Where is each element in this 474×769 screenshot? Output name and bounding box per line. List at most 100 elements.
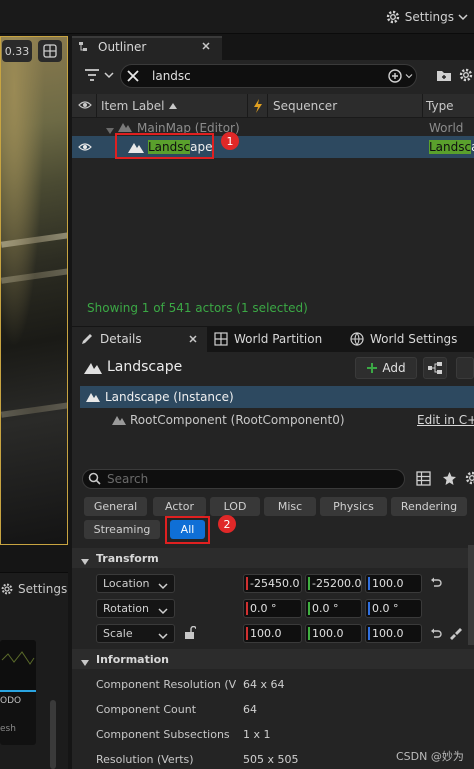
rotation-x-value: 0.0 ° [250,602,277,615]
scale-mode-dropdown[interactable]: Scale [96,624,175,643]
gear-icon [0,582,14,596]
details-search-placeholder: Search [107,472,149,486]
expand-triangle-icon[interactable] [106,123,114,137]
scale-x-field[interactable]: 100.0 [243,624,302,643]
brush-icon[interactable] [448,626,462,643]
information-header-label: Information [96,652,169,666]
folder-plus-icon [436,68,452,82]
rotation-mode-dropdown[interactable]: Rotation [96,599,175,618]
watermark: CSDN @妙为 [396,750,464,763]
reset-arrow-icon[interactable] [430,577,442,592]
column-divider [267,94,268,118]
z-axis-marker [368,577,370,590]
chevron-down-icon [158,605,168,618]
property-matrix-icon[interactable] [416,471,431,489]
star-icon[interactable] [442,471,457,489]
filter-streaming[interactable]: Streaming [84,520,160,539]
rotation-label: Rotation [103,602,150,615]
content-settings-button[interactable]: Settings [0,578,67,600]
info-label: Component Subsections [96,728,230,741]
outliner-tab-label: Outliner [98,40,147,54]
scale-z-value: 100.0 [372,627,404,640]
rotation-y-field[interactable]: 0.0 ° [305,599,362,618]
z-axis-marker [368,627,370,640]
zoom-level-display[interactable]: 0.33 [2,40,32,62]
annotation-badge-1: 1 [221,132,239,150]
location-z-value: 100.0 [372,577,404,590]
filter-physics[interactable]: Physics [320,497,387,516]
location-label: Location [103,577,150,590]
gear-icon[interactable] [464,470,474,489]
grid-icon [43,44,57,58]
view-options-button[interactable] [456,357,474,379]
outliner-search-value: landsc [152,69,191,83]
settings-label: Settings [18,582,68,596]
sort-ascending-icon [168,103,177,109]
add-label: Add [382,361,406,375]
filter-actor[interactable]: Actor [153,497,206,516]
filter-rendering[interactable]: Rendering [391,497,467,516]
add-component-button[interactable]: Add [355,357,417,379]
scale-y-field[interactable]: 100.0 [305,624,362,643]
scale-y-value: 100.0 [312,627,344,640]
reset-arrow-icon[interactable] [430,628,442,643]
filter-lod[interactable]: LOD [210,497,260,516]
world-settings-tab-label: World Settings [370,332,458,346]
rotation-y-value: 0.0 ° [312,602,339,615]
settings-menu-button[interactable]: Settings [385,6,468,28]
root-component-row[interactable]: RootComponent (RootComponent0) [130,413,345,427]
column-item-label[interactable]: Item Label [101,94,241,118]
asset-type: esh [0,724,16,734]
plus-circle-icon [388,69,402,83]
location-z-field[interactable]: 100.0 [365,574,422,593]
tab-world-settings[interactable]: World Settings [350,328,457,350]
scrollbar[interactable] [50,700,56,769]
close-icon[interactable] [187,333,199,348]
clear-search-icon[interactable] [126,69,140,86]
y-axis-marker [308,627,310,640]
instance-label: Landscape (Instance) [105,390,234,404]
unlock-icon[interactable] [184,625,197,642]
scale-z-field[interactable]: 100.0 [365,624,422,643]
z-axis-marker [368,602,370,615]
chevron-down-icon [158,580,168,593]
blueprint-icon [428,362,442,374]
edit-in-cpp-link[interactable]: Edit in C++ [417,413,474,427]
actor-name[interactable]: Landscape [107,359,182,375]
outliner-settings-button[interactable] [458,67,474,86]
add-folder-button[interactable] [436,68,452,85]
location-mode-dropdown[interactable]: Location [96,574,175,593]
info-label: Component Resolution (Verts [96,678,236,691]
rotation-z-field[interactable]: 0.0 ° [365,599,422,618]
filter-button[interactable] [84,68,114,82]
scale-label: Scale [103,627,133,640]
close-icon[interactable] [200,40,212,55]
location-x-value: -25450.0 [250,577,300,590]
annotation-badge-2: 2 [218,515,236,533]
info-label: Resolution (Verts) [96,753,194,766]
details-scrollbar[interactable] [468,545,474,645]
blueprint-button[interactable] [423,357,447,379]
filter-general[interactable]: General [84,497,147,516]
gear-icon [385,9,401,25]
search-icon [88,472,101,488]
viewport-layout-button[interactable] [38,40,62,62]
eye-icon[interactable] [78,141,92,156]
filter-misc[interactable]: Misc [264,497,316,516]
column-divider [96,94,97,118]
landscape-icon [84,361,102,377]
x-axis-marker [246,577,248,590]
location-x-field[interactable]: -25450.0 [243,574,302,593]
column-type[interactable]: Type [426,94,474,118]
location-y-field[interactable]: -25200.0 [305,574,362,593]
search-match: Landsc [429,140,472,154]
information-section-header[interactable]: Information [72,649,474,669]
transform-section-header[interactable]: Transform [72,548,474,568]
chevron-down-icon [458,13,468,21]
tab-world-partition[interactable]: World Partition [214,328,322,350]
column-sequencer[interactable]: Sequencer [273,94,413,118]
details-tab-label: Details [100,332,142,346]
rotation-x-field[interactable]: 0.0 ° [243,599,302,618]
add-filter-button[interactable] [388,69,413,83]
level-viewport[interactable] [0,36,68,545]
